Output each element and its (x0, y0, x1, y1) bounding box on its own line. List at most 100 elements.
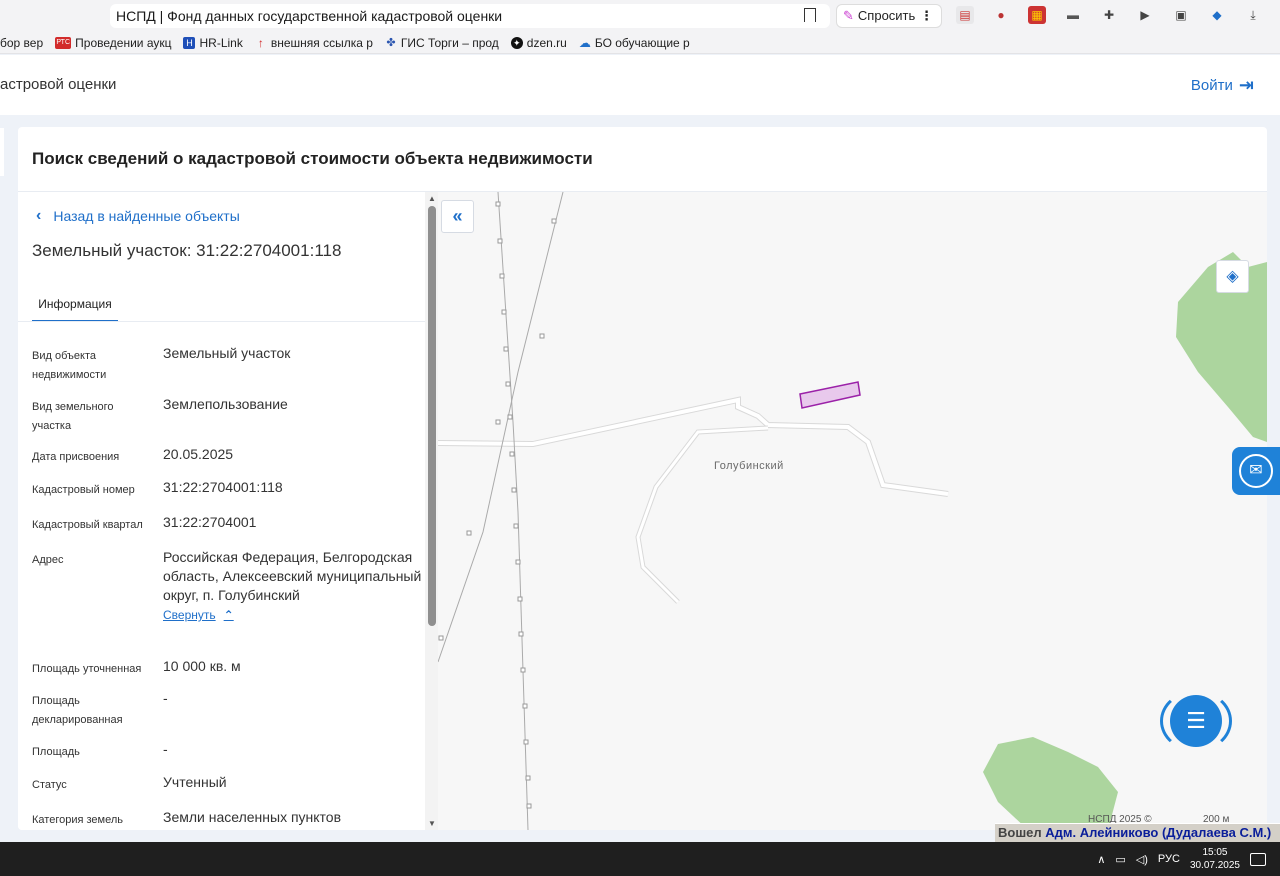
dzen-icon: ✦ (510, 36, 523, 49)
user-extension-icon[interactable]: ● (992, 6, 1010, 24)
page-edge (0, 128, 4, 176)
bookmark-label: бор вер (0, 35, 44, 50)
row-value: Земельный участок (163, 345, 291, 361)
row-value: Учтенный (163, 774, 227, 790)
info-scrollbar[interactable]: ▲ ▼ (425, 192, 439, 830)
bookmark-label: HR-Link (199, 35, 243, 50)
browser-toolbar: НСПД | Фонд данных государственной кадас… (0, 0, 1280, 32)
bookmark-item[interactable]: РТС Проведении аукц (55, 36, 171, 50)
double-chevron-left-icon: « (452, 206, 463, 226)
row-value: Землепользование (163, 396, 288, 412)
arrow-up-icon: ↑ (257, 35, 264, 50)
tray-expand-icon[interactable]: ∧ (1097, 853, 1105, 866)
chevron-left-icon: ‹ (36, 207, 42, 224)
row-label: Адрес (32, 554, 64, 566)
taskbar: ∧ ▭ ◁) РУС 15:05 30.07.2025 (0, 842, 1280, 876)
ask-button[interactable]: ✎ Спросить ⋮ (836, 4, 942, 28)
logged-user: Адм. Алейниково (Дудалаева С.М.) (1045, 825, 1272, 840)
logged-in-banner: Вошел Адм. Алейниково (Дудалаева С.М.) (995, 823, 1280, 842)
back-link-label: Назад в найденные объекты (53, 208, 240, 224)
site-name[interactable]: астровой оценки (0, 76, 116, 93)
logged-prefix: Вошел (998, 825, 1042, 840)
volume-icon[interactable]: ◁) (1136, 853, 1148, 866)
object-info-panel: ‹ Назад в найденные объекты Земельный уч… (18, 192, 438, 830)
feedback-icon: ✉ (1239, 454, 1273, 488)
login-label: Войти (1190, 77, 1233, 94)
bookmark-item[interactable]: ☁ БО обучающие р (579, 36, 690, 50)
power-poles (438, 201, 557, 809)
clock-time: 15:05 (1202, 847, 1228, 858)
scrollbar-thumb[interactable] (428, 206, 436, 626)
bookmark-item[interactable]: ✦ dzen.ru (510, 35, 567, 50)
page-title: Поиск сведений о кадастровой стоимости о… (32, 149, 593, 168)
collections-icon[interactable]: ▣ (1172, 6, 1190, 24)
collapse-panel-button[interactable]: « (441, 200, 474, 233)
collapse-label: Свернуть (163, 608, 216, 622)
row-label: Вид объекта недвижимости (32, 350, 107, 381)
puzzle-extensions-icon[interactable]: ✚ (1100, 6, 1118, 24)
login-arrow-icon: ⇥ (1238, 75, 1254, 95)
bookmark-item[interactable]: ↑ внешняя ссылка р (255, 36, 373, 50)
system-tray: ∧ ▭ ◁) РУС 15:05 30.07.2025 (1097, 846, 1266, 872)
bookmark-label: ГИС Торги – прод (400, 35, 499, 50)
bookmark-label: БО обучающие р (594, 35, 690, 50)
bookmark-item[interactable]: H HR-Link (183, 35, 243, 50)
notifications-icon[interactable] (1250, 852, 1266, 866)
profile-extension-icon[interactable]: ◆ (1208, 6, 1226, 24)
media-play-icon[interactable]: ▶ (1136, 6, 1154, 24)
flag-extension-icon[interactable]: ▦ (1028, 6, 1046, 24)
language-indicator[interactable]: РУС (1158, 853, 1180, 865)
scroll-up-icon[interactable]: ▲ (428, 194, 436, 203)
back-to-results-link[interactable]: ‹ Назад в найденные объекты (36, 207, 240, 225)
bookmark-page-icon[interactable] (804, 8, 816, 22)
row-value: Земли населенных пунктов (163, 809, 342, 825)
address-text: Российская Федерация, Белгородская облас… (163, 549, 422, 603)
clock-date: 30.07.2025 (1189, 860, 1240, 871)
bookmark-label: внешняя ссылка р (270, 35, 373, 50)
row-value: 10 000 кв. м (163, 658, 241, 674)
search-card: Поиск сведений о кадастровой стоимости о… (18, 127, 1267, 830)
scroll-down-icon[interactable]: ▼ (428, 819, 436, 828)
cloud-icon: ☁ (578, 35, 591, 50)
login-button[interactable]: Войти ⇥ (1191, 75, 1254, 96)
pdf-extension-icon[interactable]: ▤ (956, 6, 974, 24)
clock[interactable]: 15:05 30.07.2025 (1190, 846, 1240, 872)
object-title: Земельный участок: 31:22:2704001:118 (32, 241, 342, 260)
ask-button-label: Спросить (857, 8, 916, 23)
row-label: Кадастровый квартал (32, 519, 143, 531)
rts-icon: РТС (55, 36, 72, 49)
row-value: - (163, 690, 168, 706)
row-label: Площадь уточненная (32, 663, 142, 675)
row-label: Площадь (32, 746, 80, 758)
cadastral-map[interactable]: Голубинский « ◈ НСПД 2025 © 200 м (438, 192, 1267, 830)
map-layers-button[interactable]: ◈ (1216, 260, 1249, 293)
bookmark-label: dzen.ru (526, 35, 567, 50)
row-label: Площадь декларированная (32, 695, 123, 726)
row-value: - (163, 741, 168, 757)
row-label: Кадастровый номер (32, 484, 135, 496)
tab-information[interactable]: Информация (32, 290, 118, 322)
network-icon[interactable]: ▭ (1115, 853, 1125, 866)
place-label: Голубинский (714, 460, 784, 472)
layers-icon: ◈ (1226, 268, 1239, 285)
browser-tab-title[interactable]: НСПД | Фонд данных государственной кадас… (110, 4, 830, 28)
emblem-icon: ✤ (386, 36, 396, 49)
ask-ai-icon: ✎ (843, 8, 854, 23)
row-value: 20.05.2025 (163, 446, 234, 462)
collapse-address-link[interactable]: Свернуть ⌃ (163, 606, 234, 625)
chat-button[interactable]: ☰ (1160, 690, 1232, 752)
bookmark-item[interactable]: ✤ ГИС Торги – прод (385, 35, 499, 50)
feedback-widget[interactable]: ✉ (1232, 447, 1280, 495)
more-vertical-icon[interactable]: ⋮ (920, 5, 933, 27)
road (636, 426, 769, 604)
bookmarks-bar: бор вер РТС Проведении аукц H HR-Link ↑ вне… (0, 32, 1280, 54)
cadastral-parcel (799, 381, 861, 409)
download-icon[interactable]: ⤓ (1244, 6, 1262, 24)
bookmark-item[interactable]: бор вер (0, 36, 43, 50)
row-value: 31:22:2704001:118 (163, 479, 283, 495)
hr-link-icon: H (183, 36, 196, 49)
row-label: Статус (32, 779, 67, 791)
chevron-up-icon: ⌃ (223, 608, 234, 622)
hat-extension-icon[interactable]: ▬ (1064, 6, 1082, 24)
row-label: Вид земельного участка (32, 401, 114, 432)
